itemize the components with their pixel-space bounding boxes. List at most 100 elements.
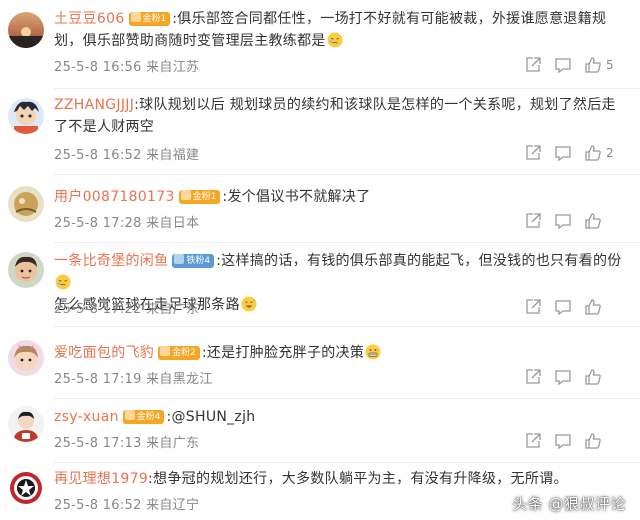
- comment-meta: 25-5-8 17:28 来自日本: [54, 212, 199, 231]
- avatar[interactable]: [8, 186, 44, 222]
- share-icon[interactable]: [524, 432, 542, 450]
- comment-icon[interactable]: [554, 212, 572, 230]
- comment-actions: [524, 432, 630, 452]
- comment-actions: 5: [524, 56, 630, 76]
- fan-badge-label: 金粉1: [192, 192, 217, 202]
- thumbs-up-icon[interactable]: [584, 432, 602, 450]
- share-icon[interactable]: [524, 56, 542, 74]
- source-watermark: 头条 @狠叔评论: [512, 495, 626, 513]
- avatar[interactable]: [8, 470, 44, 506]
- divider: [54, 326, 640, 327]
- comment-meta: 25-5-8 17:13 来自广东: [54, 432, 199, 451]
- fan-badge: 金粉4: [122, 410, 165, 424]
- comment-time: 17:19: [102, 372, 142, 387]
- avatar[interactable]: [8, 12, 44, 48]
- comment-meta: 25-5-8 16:56 来自江苏: [54, 56, 199, 75]
- thumbs-up-icon[interactable]: [584, 144, 602, 162]
- comment-time: 17:13: [102, 436, 142, 451]
- fan-badge-icon: [180, 190, 191, 200]
- comment-time: 16:52: [102, 148, 142, 163]
- share-icon[interactable]: [524, 298, 542, 316]
- comment-item: 土豆豆606 金粉1:俱乐部签合同都任性，一场打不好就有可能被裁，外援谁愿意退籍规…: [0, 4, 640, 89]
- divider: [54, 398, 640, 399]
- fan-badge-label: 金粉2: [172, 348, 196, 358]
- comment-meta: 25-5-8 16:52 来自福建: [54, 144, 199, 163]
- comment-actions: [524, 298, 630, 318]
- comment-date: 25-5-8: [54, 216, 99, 231]
- divider: [54, 242, 640, 243]
- fan-badge-label: 铁粉4: [186, 256, 211, 266]
- like-count: 5: [606, 58, 614, 72]
- comment-text: :@SHUN_zjh: [166, 409, 256, 425]
- comment-icon[interactable]: [554, 56, 572, 74]
- username-link[interactable]: 再见理想1979: [54, 471, 148, 487]
- avatar[interactable]: [8, 340, 44, 376]
- comment-actions: 2: [524, 144, 630, 164]
- comment-icon[interactable]: [554, 144, 572, 162]
- comment-text: :发个倡议书不就解决了: [222, 189, 371, 205]
- grimace-emoji: [365, 344, 381, 360]
- fan-badge-icon: [174, 254, 185, 264]
- comment-item: 一条比奇堡的闲鱼 铁粉4 :这样搞的话，有钱的俱乐部真的能起飞，但没钱的也只有看的份…: [0, 246, 640, 327]
- comment-location: 来自辽宁: [146, 498, 200, 513]
- comment-date: 25-5-8: [54, 498, 99, 513]
- comment-location: 来自广东: [146, 302, 200, 317]
- share-icon[interactable]: [524, 368, 542, 386]
- pensive-face-emoji: [55, 274, 71, 290]
- avatar[interactable]: [8, 406, 44, 442]
- comment-item: zsy-xuan 金粉4:@SHUN_zjh 25-5-8 17:13 来自广东: [0, 402, 640, 463]
- fan-badge-label: 金粉1: [142, 14, 167, 24]
- comment-meta: 25-5-8 17:19 来自黑龙江: [54, 368, 213, 387]
- comment-date: 25-5-8: [54, 372, 99, 387]
- comment-location: 来自江苏: [146, 60, 200, 75]
- thumbs-up-icon[interactable]: [584, 56, 602, 74]
- fan-badge-icon: [160, 346, 171, 356]
- divider: [54, 88, 640, 89]
- thumbs-up-icon[interactable]: [584, 298, 602, 316]
- comment-text-block: 再见理想1979:想争冠的规划还行，大多数队躺平为主，有没有升降级，无所谓。: [54, 464, 630, 490]
- comment-icon[interactable]: [554, 298, 572, 316]
- username-link[interactable]: 一条比奇堡的闲鱼: [54, 253, 168, 269]
- comment-time: 17:28: [102, 216, 142, 231]
- comment-location: 来自福建: [146, 148, 200, 163]
- comment-time: 16:52: [102, 498, 142, 513]
- comment-text: :这样搞的话，有钱的俱乐部真的能起飞，但没钱的也只有看的份: [216, 253, 622, 269]
- username-link[interactable]: ZZHANGJJJJ: [54, 97, 134, 113]
- comment-date: 25-5-8: [54, 302, 99, 317]
- username-link[interactable]: 用户0087180173: [54, 189, 175, 205]
- comment-text-block: 土豆豆606 金粉1:俱乐部签合同都任性，一场打不好就有可能被裁，外援谁愿意退籍规…: [54, 4, 630, 52]
- comment-text: :想争冠的规划还行，大多数队躺平为主，有没有升降级，无所谓。: [148, 471, 568, 487]
- avatar[interactable]: [8, 252, 44, 288]
- thumbs-up-icon[interactable]: [584, 368, 602, 386]
- username-link[interactable]: 土豆豆606: [54, 11, 125, 27]
- comment-actions: [524, 368, 630, 388]
- comment-text-block: 用户0087180173 金粉1 :发个倡议书不就解决了: [54, 178, 630, 208]
- comment-icon[interactable]: [554, 368, 572, 386]
- fan-badge: 金粉1: [128, 12, 171, 26]
- comment-text-block: ZZHANGJJJJ:球队规划以后 规划球员的续约和该球队是怎样的一个关系呢，规…: [54, 90, 630, 138]
- comment-date: 25-5-8: [54, 436, 99, 451]
- comment-item: 爱吃面包的飞豹 金粉2:还是打肿脸充胖子的决策 25-5-8 17:19 来自黑龙…: [0, 334, 640, 399]
- fan-badge: 铁粉4: [172, 254, 215, 268]
- pensive-face-emoji: [327, 32, 343, 48]
- divider: [54, 462, 640, 463]
- thumbs-up-icon[interactable]: [584, 212, 602, 230]
- comment-time: 16:56: [102, 60, 142, 75]
- comment-date: 25-5-8: [54, 148, 99, 163]
- username-link[interactable]: zsy-xuan: [54, 409, 119, 425]
- comment-location: 来自日本: [146, 216, 200, 231]
- comment-time: 17:22: [102, 302, 142, 317]
- comment-item: ZZHANGJJJJ:球队规划以后 规划球员的续约和该球队是怎样的一个关系呢，规…: [0, 90, 640, 175]
- comment-item: 用户0087180173 金粉1 :发个倡议书不就解决了 25-5-8 17:28 …: [0, 178, 640, 243]
- comment-location: 来自广东: [146, 436, 200, 451]
- comment-text: :球队规划以后 规划球员的续约和该球队是怎样的一个关系呢，规划了然后走了不是人财…: [54, 97, 616, 135]
- comment-text-block: zsy-xuan 金粉4:@SHUN_zjh: [54, 402, 630, 428]
- share-icon[interactable]: [524, 144, 542, 162]
- avatar[interactable]: [8, 98, 44, 134]
- share-icon[interactable]: [524, 212, 542, 230]
- comment-list: 土豆豆606 金粉1:俱乐部签合同都任性，一场打不好就有可能被裁，外援谁愿意退籍规…: [0, 0, 640, 520]
- username-link[interactable]: 爱吃面包的飞豹: [54, 345, 154, 361]
- comment-meta: 25-5-8 16:52 来自辽宁: [54, 494, 199, 513]
- comment-icon[interactable]: [554, 432, 572, 450]
- divider: [54, 174, 640, 175]
